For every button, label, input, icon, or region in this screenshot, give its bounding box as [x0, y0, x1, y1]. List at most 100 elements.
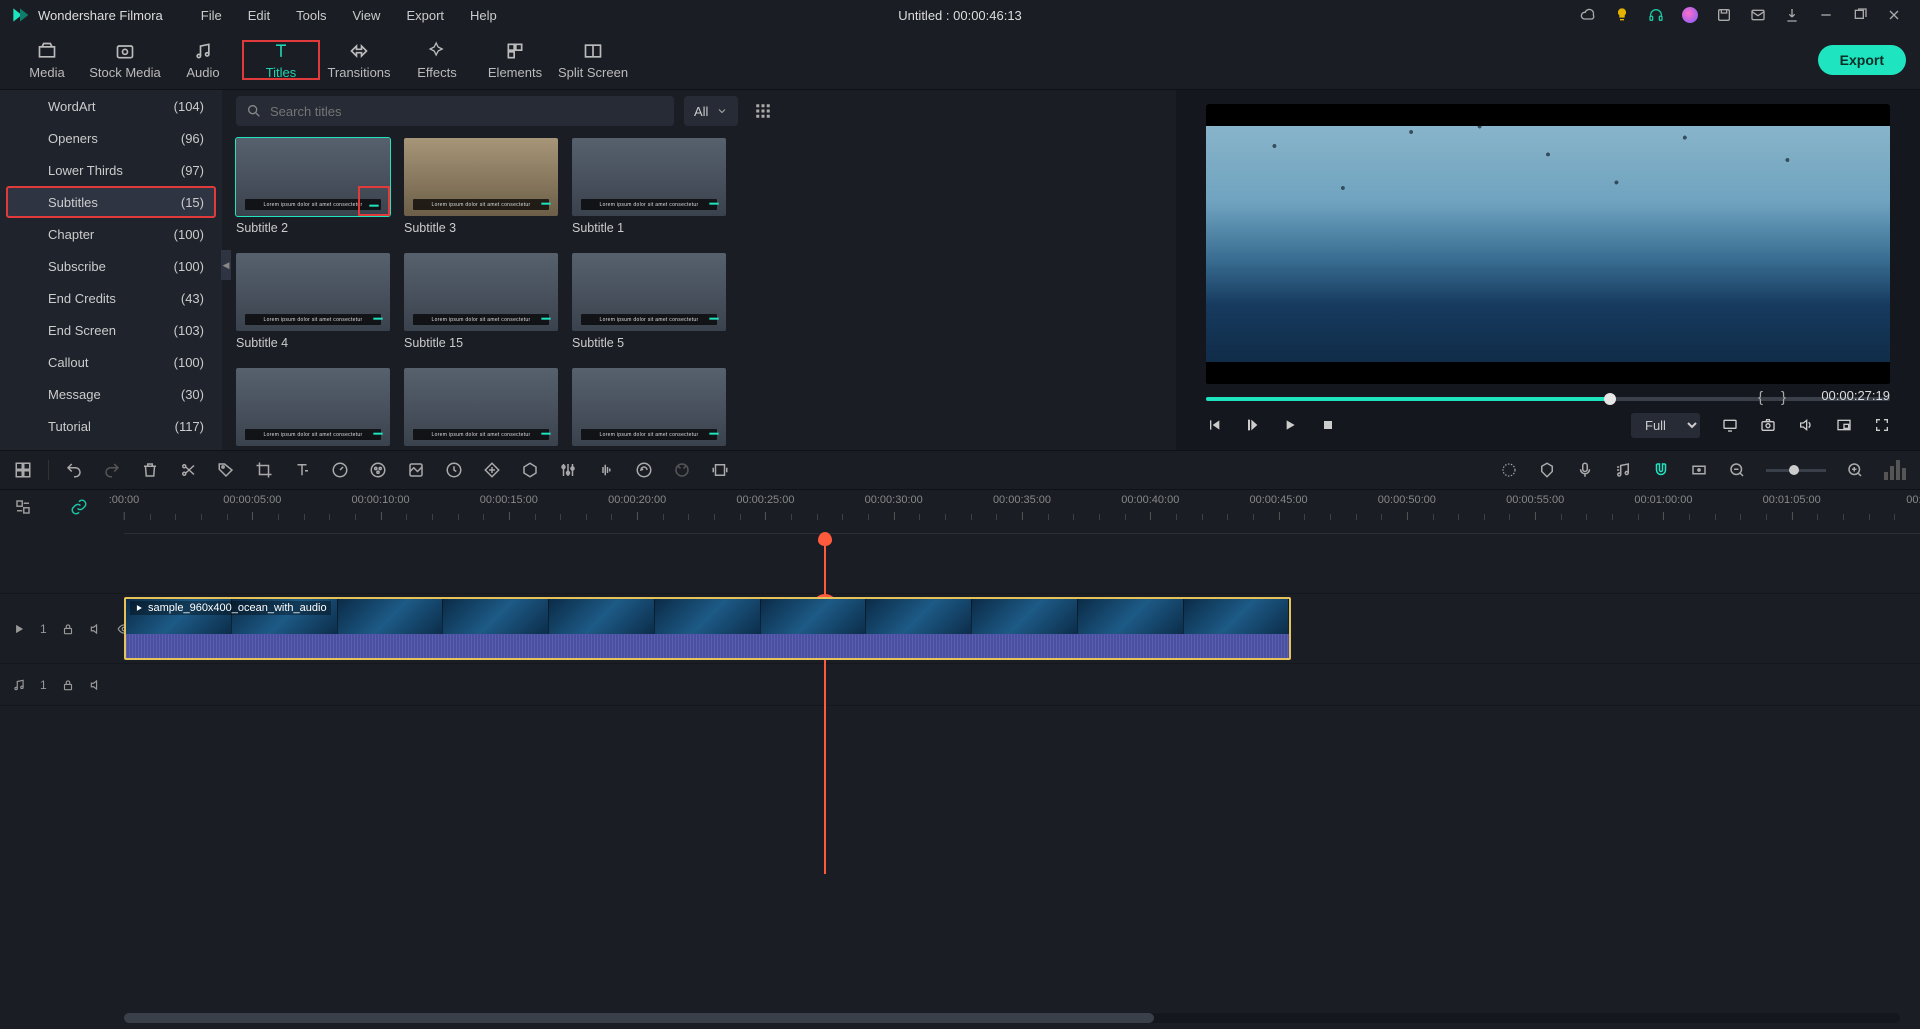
- search-box[interactable]: [236, 96, 674, 126]
- render-icon[interactable]: [711, 461, 729, 479]
- video-clip[interactable]: sample_960x400_ocean_with_audio: [124, 597, 1291, 660]
- audio-lane[interactable]: [124, 664, 1920, 705]
- tag-icon[interactable]: [217, 461, 235, 479]
- mask-icon[interactable]: [521, 461, 539, 479]
- filter-dropdown[interactable]: All: [684, 96, 738, 126]
- export-button[interactable]: Export: [1818, 45, 1906, 75]
- menu-export[interactable]: Export: [394, 4, 456, 27]
- greenscreen-icon[interactable]: [407, 461, 425, 479]
- menu-tools[interactable]: Tools: [284, 4, 338, 27]
- timeline-hscroll[interactable]: [124, 1013, 1900, 1023]
- text-icon[interactable]: [293, 461, 311, 479]
- lightbulb-icon[interactable]: [1614, 7, 1630, 23]
- voiceover-icon[interactable]: [1576, 461, 1594, 479]
- mute-icon[interactable]: [89, 678, 103, 692]
- download-icon[interactable]: [1784, 7, 1800, 23]
- speed-icon[interactable]: [331, 461, 349, 479]
- download-thumb-icon[interactable]: [360, 188, 388, 214]
- quality-select[interactable]: Full: [1631, 413, 1700, 438]
- split-icon[interactable]: [179, 461, 197, 479]
- tab-elements[interactable]: Elements: [476, 40, 554, 80]
- menu-edit[interactable]: Edit: [236, 4, 282, 27]
- volume-icon[interactable]: [1798, 417, 1814, 433]
- download-thumb-icon[interactable]: [706, 306, 722, 327]
- title-thumb[interactable]: Lorem ipsum dolor sit amet consectetur: [404, 368, 558, 450]
- mark-in-icon[interactable]: {: [1758, 389, 1763, 406]
- save-icon[interactable]: [1716, 7, 1732, 23]
- sidebar-item-chapter[interactable]: Chapter(100): [0, 218, 222, 250]
- video-lane[interactable]: sample_960x400_ocean_with_audio: [124, 594, 1920, 663]
- play-icon[interactable]: [1282, 417, 1298, 433]
- tab-audio[interactable]: Audio: [164, 40, 242, 80]
- sidebar-item-message[interactable]: Message(30): [0, 378, 222, 410]
- sidebar-item-end-credits[interactable]: End Credits(43): [0, 282, 222, 314]
- timeline-ruler[interactable]: :00:0000:00:05:0000:00:10:0000:00:15:000…: [124, 490, 1920, 534]
- title-thumb[interactable]: Lorem ipsum dolor sit amet consecteturSu…: [236, 253, 390, 350]
- title-thumb[interactable]: Lorem ipsum dolor sit amet consectetur: [572, 368, 726, 450]
- title-thumb[interactable]: Lorem ipsum dolor sit amet consecteturSu…: [236, 138, 390, 235]
- tab-stock-media[interactable]: Stock Media: [86, 40, 164, 80]
- sidebar-item-subscribe[interactable]: Subscribe(100): [0, 250, 222, 282]
- minimize-icon[interactable]: [1818, 7, 1834, 23]
- preview-viewport[interactable]: [1206, 104, 1890, 384]
- track-manage-icon[interactable]: [14, 498, 32, 516]
- menu-file[interactable]: File: [189, 4, 234, 27]
- mark-out-icon[interactable]: }: [1781, 389, 1786, 406]
- audio-edit-icon[interactable]: [597, 461, 615, 479]
- layout-icon[interactable]: [14, 461, 32, 479]
- magnet-snap-icon[interactable]: [1652, 461, 1670, 479]
- mixer-icon[interactable]: [1614, 461, 1632, 479]
- color-icon[interactable]: [369, 461, 387, 479]
- sidebar-item-wordart[interactable]: WordArt(104): [0, 90, 222, 122]
- tab-effects[interactable]: Effects: [398, 40, 476, 80]
- menu-view[interactable]: View: [340, 4, 392, 27]
- mail-icon[interactable]: [1750, 7, 1766, 23]
- cloud-icon[interactable]: [1580, 7, 1596, 23]
- zoom-slider[interactable]: [1766, 469, 1826, 472]
- title-thumb[interactable]: Lorem ipsum dolor sit amet consectetur: [236, 368, 390, 450]
- display-icon[interactable]: [1722, 417, 1738, 433]
- duration-icon[interactable]: [445, 461, 463, 479]
- download-thumb-icon[interactable]: [706, 421, 722, 442]
- mute-icon[interactable]: [89, 622, 103, 636]
- prev-frame-icon[interactable]: [1206, 417, 1222, 433]
- title-thumb[interactable]: Lorem ipsum dolor sit amet consecteturSu…: [572, 253, 726, 350]
- tab-split-screen[interactable]: Split Screen: [554, 40, 632, 80]
- lock-icon[interactable]: [61, 622, 75, 636]
- sidebar-item-end-screen[interactable]: End Screen(103): [0, 314, 222, 346]
- zoom-out-icon[interactable]: [1728, 461, 1746, 479]
- menu-help[interactable]: Help: [458, 4, 509, 27]
- keyframe-icon[interactable]: [483, 461, 501, 479]
- sidebar-item-lower-thirds[interactable]: Lower Thirds(97): [0, 154, 222, 186]
- download-thumb-icon[interactable]: [706, 191, 722, 212]
- adjust-icon[interactable]: [559, 461, 577, 479]
- fit-icon[interactable]: [1690, 461, 1708, 479]
- undo-icon[interactable]: [65, 461, 83, 479]
- stabilize-icon[interactable]: [673, 461, 691, 479]
- search-input[interactable]: [270, 104, 664, 119]
- delete-icon[interactable]: [141, 461, 159, 479]
- sidebar-collapse-handle[interactable]: ◀: [221, 250, 231, 280]
- crop-icon[interactable]: [255, 461, 273, 479]
- tab-transitions[interactable]: Transitions: [320, 40, 398, 80]
- audio-meter-icon[interactable]: [1884, 460, 1906, 480]
- title-thumb[interactable]: Lorem ipsum dolor sit amet consecteturSu…: [404, 253, 558, 350]
- sidebar-item-subtitles[interactable]: Subtitles(15): [6, 186, 216, 218]
- maximize-icon[interactable]: [1852, 7, 1868, 23]
- preview-progress[interactable]: {} 00:00:27:19: [1206, 392, 1890, 406]
- marker-icon[interactable]: [1538, 461, 1556, 479]
- pip-icon[interactable]: [1836, 417, 1852, 433]
- sidebar-item-openers[interactable]: Openers(96): [0, 122, 222, 154]
- fullscreen-icon[interactable]: [1874, 417, 1890, 433]
- snapshot-icon[interactable]: [1760, 417, 1776, 433]
- zoom-in-icon[interactable]: [1846, 461, 1864, 479]
- headphones-icon[interactable]: [1648, 7, 1664, 23]
- sidebar-item-tutorial[interactable]: Tutorial(117): [0, 410, 222, 442]
- play-pause-icon[interactable]: [1244, 417, 1260, 433]
- download-thumb-icon[interactable]: [538, 191, 554, 212]
- view-grid-icon[interactable]: [748, 96, 778, 126]
- marker-out-icon[interactable]: [1500, 461, 1518, 479]
- download-thumb-icon[interactable]: [370, 306, 386, 327]
- download-thumb-icon[interactable]: [370, 421, 386, 442]
- tab-media[interactable]: Media: [8, 40, 86, 80]
